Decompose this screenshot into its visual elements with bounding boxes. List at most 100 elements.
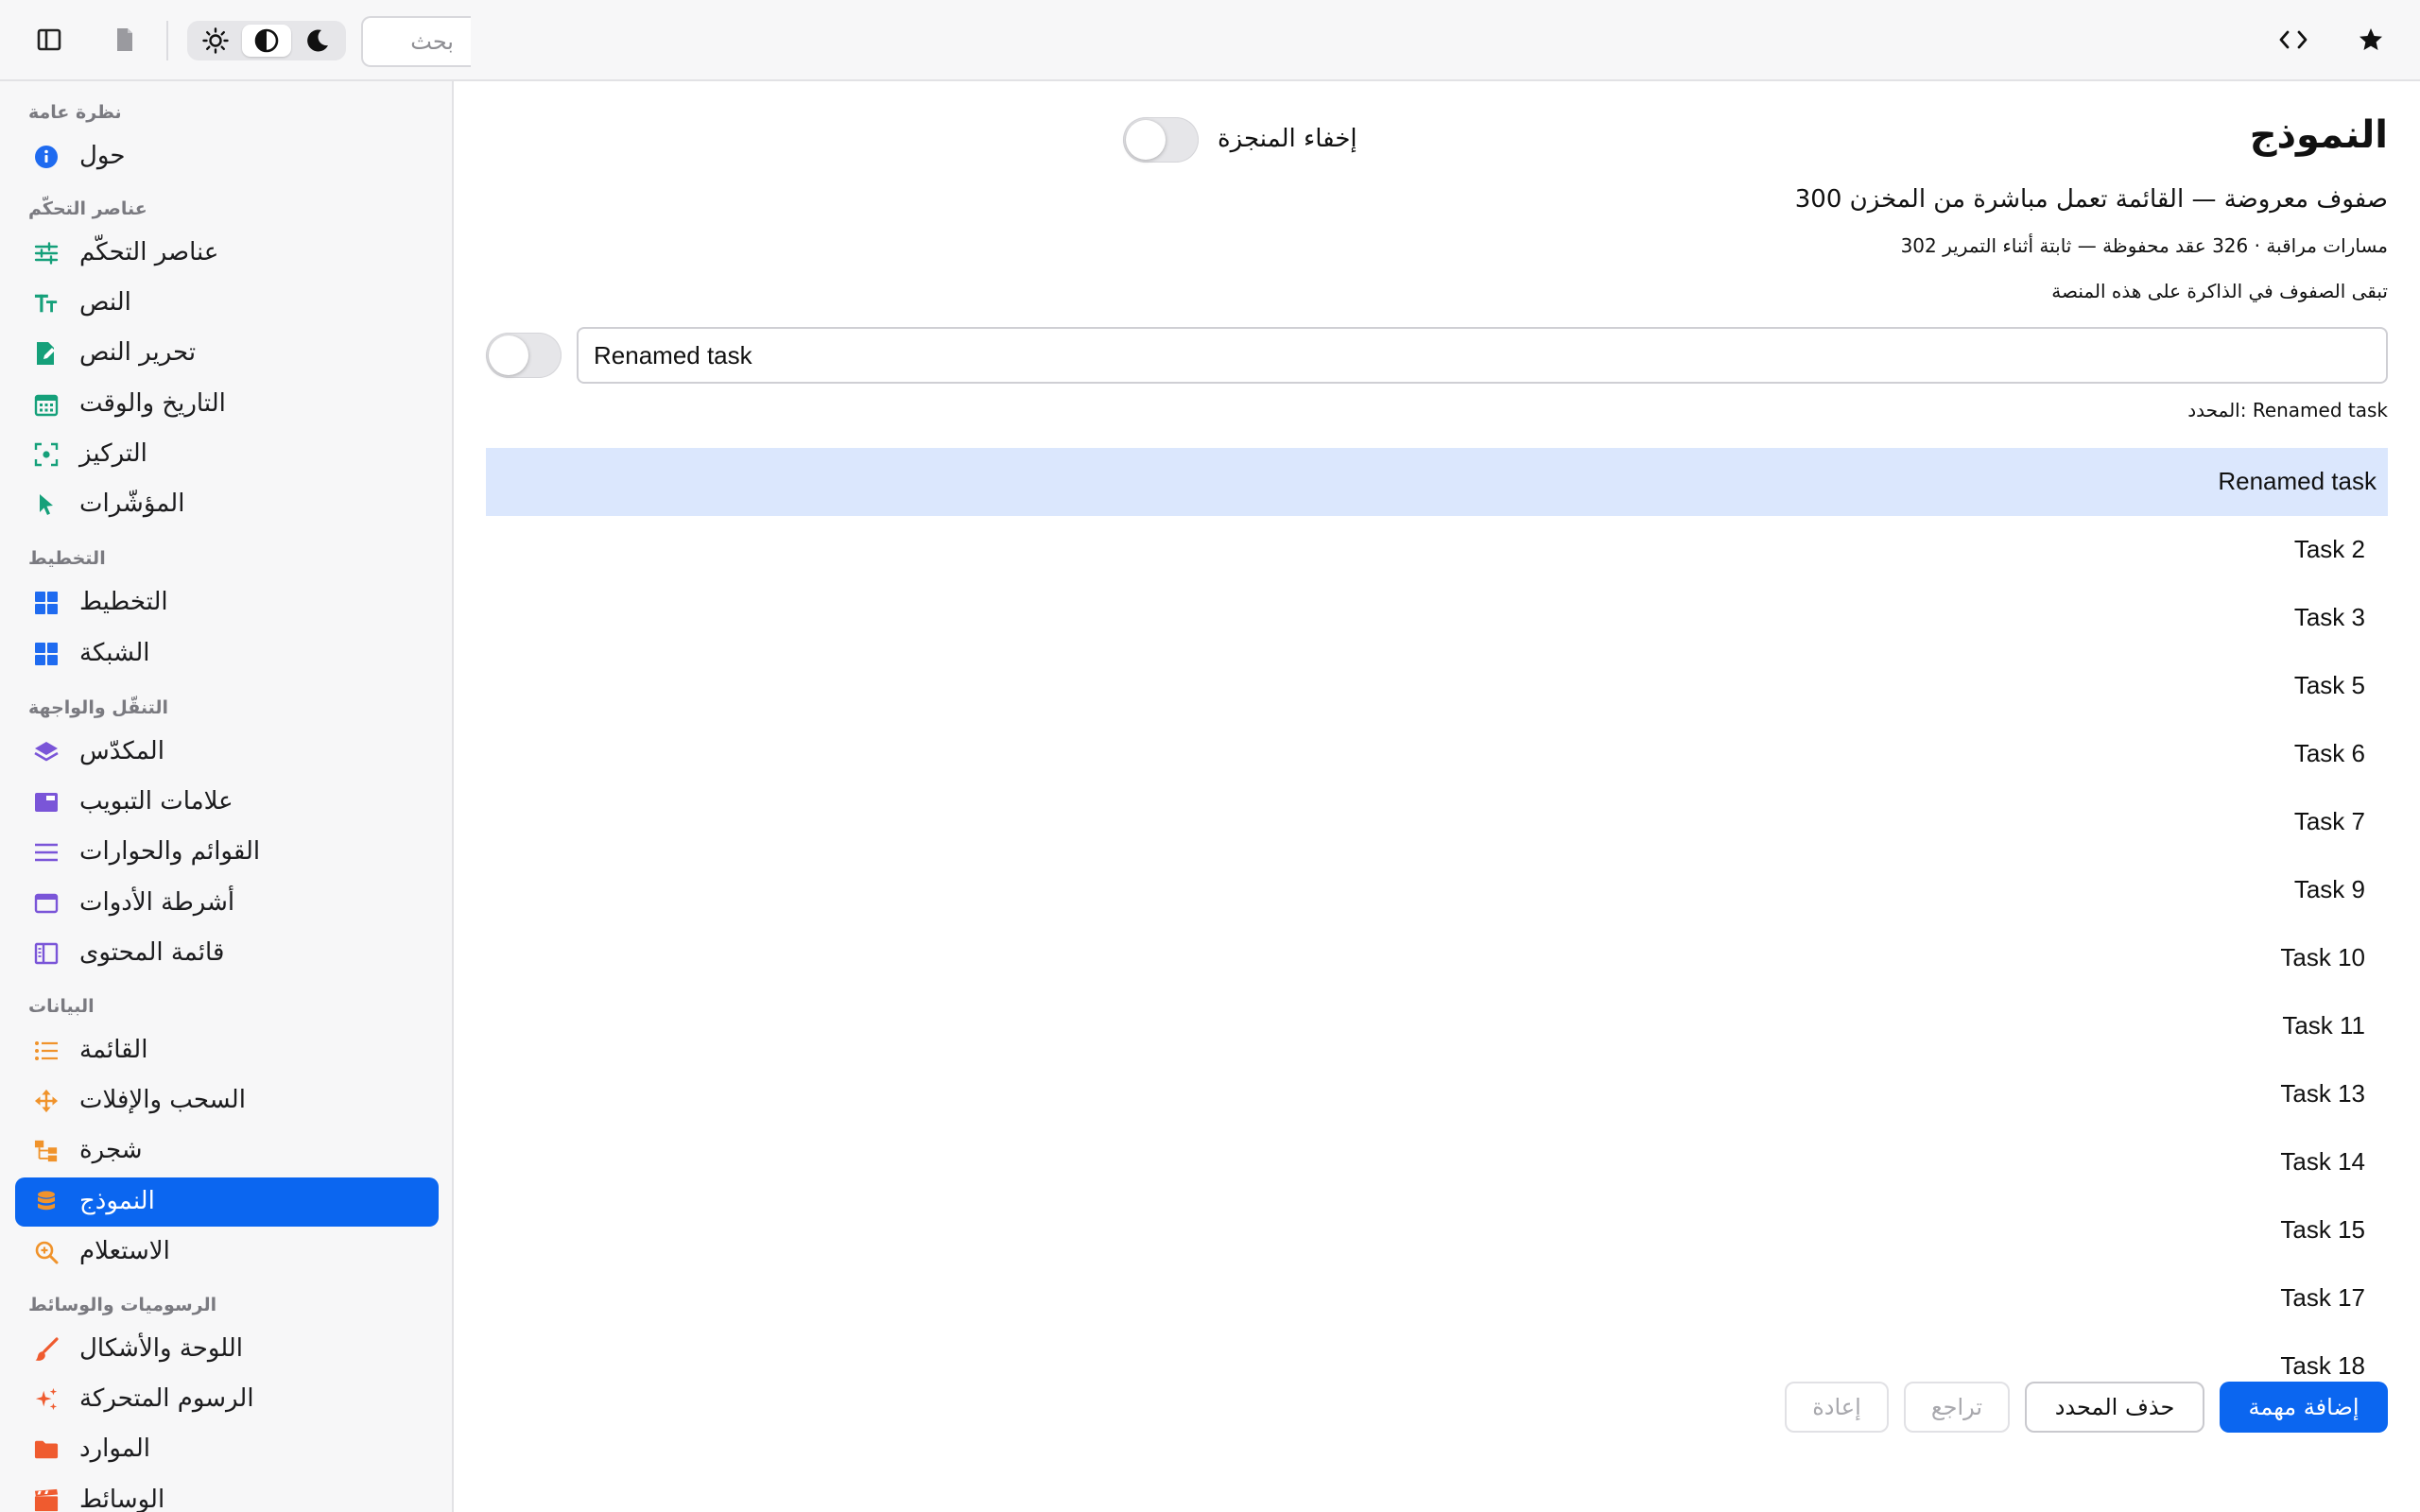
folder-icon — [34, 1437, 59, 1462]
list-item-label: Task 5 — [2293, 671, 2365, 699]
menu-icon — [34, 840, 59, 865]
list-item-label: Task 2 — [2293, 535, 2365, 563]
contrast-icon — [254, 28, 279, 53]
sidebar-item-text-editing[interactable]: تحرير النص — [15, 329, 439, 378]
list-item[interactable]: Task 7 — [486, 788, 2388, 856]
toggle-sidebar-button[interactable] — [30, 21, 68, 59]
list-item-label: Renamed task — [2218, 467, 2377, 495]
sidebar-item-label: المكدّس — [79, 737, 164, 765]
delete-selected-button[interactable]: حذف المحدد — [2025, 1382, 2204, 1433]
list-item-label: Task 9 — [2293, 875, 2365, 903]
zoom-search-icon — [34, 1240, 59, 1264]
sidebar-item-animations[interactable]: الرسوم المتحركة — [15, 1375, 439, 1424]
focus-icon — [34, 442, 59, 467]
list-item[interactable]: Task 2 — [486, 516, 2388, 584]
undo-button[interactable]: تراجع — [1904, 1382, 2010, 1433]
watched-paths-info: مسارات مراقبة · 326 عقد محفوظة — ثابتة أ… — [1900, 234, 2388, 257]
moon-icon — [307, 29, 328, 52]
code-view-button[interactable] — [2274, 21, 2312, 59]
list-item[interactable]: Task 11 — [486, 992, 2388, 1060]
sidebar-item-grid[interactable]: الشبكة — [15, 629, 439, 679]
theme-auto-option[interactable] — [242, 25, 291, 57]
list-item[interactable]: Renamed task — [486, 448, 2388, 516]
theme-dark-option[interactable] — [293, 25, 342, 57]
hide-completed-toggle[interactable] — [1123, 117, 1199, 163]
task-list: Renamed task Task 2 Task 3 Task 5 Task 6… — [486, 448, 2388, 1450]
favorite-button[interactable] — [2352, 21, 2390, 59]
sidebar-item-tabs[interactable]: علامات التبويب — [15, 778, 439, 827]
move-arrows-icon — [34, 1089, 59, 1113]
delete-selected-label: حذف المحدد — [2054, 1394, 2175, 1420]
sidebar-item-label: الرسوم المتحركة — [79, 1384, 254, 1413]
toolbar-icon — [34, 891, 59, 916]
redo-button[interactable]: إعادة — [1785, 1382, 1889, 1433]
sidebar-layout-icon — [34, 941, 59, 966]
list-item[interactable]: Task 15 — [486, 1196, 2388, 1264]
undo-label: تراجع — [1930, 1394, 1983, 1420]
sidebar-item-toolbars[interactable]: أشرطة الأدوات — [15, 879, 439, 928]
list-icon — [34, 1039, 59, 1063]
sidebar-item-label: النص — [79, 288, 131, 317]
sidebar-item-label: السحب والإفلات — [79, 1086, 246, 1114]
sliders-icon — [34, 241, 59, 266]
sidebar-item-label: الوسائط — [79, 1486, 165, 1512]
sidebar-item-focus[interactable]: التركيز — [15, 430, 439, 479]
sidebar-item-label: قائمة المحتوى — [79, 938, 225, 967]
code-icon — [2279, 30, 2308, 49]
sidebar-item-resources[interactable]: الموارد — [15, 1425, 439, 1474]
section-title: عناصر التحكّم — [28, 198, 147, 219]
list-item[interactable]: Task 13 — [486, 1060, 2388, 1128]
main-content: النموذج إخفاء المنجزة صفوف معروضة — القا… — [454, 81, 2420, 1512]
sidebar-item-label: علامات التبويب — [79, 787, 233, 816]
toggle-knob — [489, 335, 528, 375]
sidebar-item-menus-dialogs[interactable]: القوائم والحوارات — [15, 828, 439, 877]
sidebar-item-about[interactable]: حول — [15, 132, 439, 181]
memory-info: تبقى الصفوف في الذاكرة على هذه المنصة — [2051, 280, 2388, 302]
rename-toggle[interactable] — [486, 333, 562, 378]
list-item[interactable]: Task 17 — [486, 1264, 2388, 1332]
sidebar-item-model[interactable]: النموذج — [15, 1177, 439, 1227]
list-item[interactable]: Task 3 — [486, 584, 2388, 652]
sidebar-item-label: أشرطة الأدوات — [79, 888, 235, 917]
list-item-label: Task 18 — [2280, 1351, 2365, 1380]
sidebar-item-date-time[interactable]: التاريخ والوقت — [15, 380, 439, 429]
section-title: التخطيط — [28, 548, 106, 569]
sidebar-item-pointers[interactable]: المؤشّرات — [15, 480, 439, 529]
list-item[interactable]: Task 5 — [486, 652, 2388, 720]
search-input[interactable] — [361, 16, 471, 67]
star-icon — [2360, 28, 2382, 50]
list-item-label: Task 10 — [2280, 943, 2365, 971]
list-item[interactable]: Task 14 — [486, 1128, 2388, 1196]
sidebar-item-label: حول — [79, 142, 126, 170]
sidebar-item-controls[interactable]: عناصر التحكّم — [15, 229, 439, 278]
add-task-label: إضافة مهمة — [2248, 1394, 2360, 1420]
sidebar-item-query[interactable]: الاستعلام — [15, 1228, 439, 1277]
sidebar-item-drag-drop[interactable]: السحب والإفلات — [15, 1076, 439, 1125]
theme-light-option[interactable] — [191, 25, 240, 57]
sidebar-item-label: القائمة — [79, 1036, 148, 1064]
sidebar-item-content-list[interactable]: قائمة المحتوى — [15, 929, 439, 978]
sidebar-item-canvas-shapes[interactable]: اللوحة والأشكال — [15, 1325, 439, 1374]
brush-icon — [34, 1337, 59, 1362]
theme-switcher — [187, 21, 346, 60]
sidebar-item-label: التركيز — [79, 439, 147, 468]
sidebar-item-list[interactable]: القائمة — [15, 1026, 439, 1075]
sidebar-item-layout[interactable]: التخطيط — [15, 578, 439, 627]
sidebar-item-media[interactable]: الوسائط — [15, 1476, 439, 1512]
top-toolbar — [0, 0, 2420, 81]
sidebar-item-stack[interactable]: المكدّس — [15, 728, 439, 777]
sidebar-item-label: شجرة — [79, 1136, 143, 1164]
add-task-button[interactable]: إضافة مهمة — [2220, 1382, 2388, 1433]
stack-icon — [34, 740, 59, 765]
list-item[interactable]: Task 9 — [486, 856, 2388, 924]
list-item[interactable]: Task 6 — [486, 720, 2388, 788]
toggle-knob — [1126, 120, 1166, 160]
rename-input[interactable] — [577, 327, 2388, 384]
sidebar-item-tree[interactable]: شجرة — [15, 1126, 439, 1176]
list-item[interactable]: Task 10 — [486, 924, 2388, 992]
list-item-label: Task 11 — [2282, 1011, 2365, 1040]
sidebar-item-label: التخطيط — [79, 588, 168, 616]
section-title: البيانات — [28, 996, 95, 1017]
sidebar-item-text[interactable]: النص — [15, 279, 439, 328]
document-button[interactable] — [106, 21, 144, 59]
